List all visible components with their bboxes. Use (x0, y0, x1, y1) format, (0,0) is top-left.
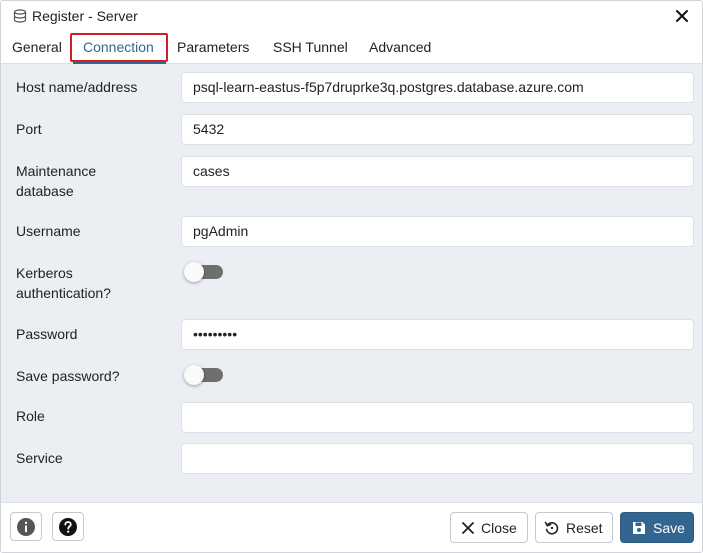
dialog-titlebar[interactable]: Register - Server (1, 1, 702, 32)
maintenance-db-label-line1: Maintenance (16, 163, 97, 179)
username-label: Username (16, 223, 81, 239)
password-input[interactable]: ••••••••• (181, 319, 694, 350)
reset-icon (544, 520, 560, 536)
close-icon[interactable] (672, 6, 692, 26)
service-label: Service (16, 450, 63, 466)
tab-general[interactable]: General (10, 32, 64, 63)
username-input[interactable]: pgAdmin (181, 216, 694, 247)
kerberos-toggle[interactable] (184, 262, 223, 282)
port-label: Port (16, 121, 42, 137)
connection-form: Host name/address psql-learn-eastus-f5p7… (1, 64, 702, 502)
info-button[interactable] (10, 512, 42, 541)
save-button-label: Save (653, 519, 685, 536)
close-icon (461, 521, 475, 535)
save-password-label: Save password? (16, 368, 120, 384)
password-label: Password (16, 326, 78, 342)
reset-button[interactable]: Reset (535, 512, 613, 543)
save-icon (631, 520, 647, 536)
save-password-toggle[interactable] (184, 365, 223, 385)
host-label: Host name/address (16, 79, 138, 95)
reset-button-label: Reset (566, 519, 603, 536)
close-button[interactable]: Close (450, 512, 528, 543)
tab-parameters[interactable]: Parameters (175, 32, 251, 63)
save-button[interactable]: Save (620, 512, 694, 543)
maintenance-db-label-line2: database (16, 183, 74, 199)
register-server-dialog: Register - Server General Connection Par… (0, 0, 703, 553)
close-button-label: Close (481, 519, 517, 536)
tab-advanced[interactable]: Advanced (367, 32, 433, 63)
tab-bar: General Connection Parameters SSH Tunnel… (1, 32, 702, 64)
kerberos-label-line2: authentication? (16, 285, 111, 301)
database-icon (13, 9, 27, 23)
help-button[interactable] (52, 512, 84, 541)
role-label: Role (16, 408, 45, 424)
info-icon (16, 517, 36, 537)
dialog-title: Register - Server (32, 8, 138, 24)
tab-highlight-box (70, 33, 168, 62)
port-input[interactable]: 5432 (181, 114, 694, 145)
role-input[interactable] (181, 402, 694, 433)
dialog-footer: Close Reset Save (1, 502, 702, 552)
host-input[interactable]: psql-learn-eastus-f5p7druprke3q.postgres… (181, 72, 694, 103)
toggle-knob (184, 262, 204, 282)
help-icon (58, 517, 78, 537)
maintenance-db-input[interactable]: cases (181, 156, 694, 187)
tab-ssh-tunnel[interactable]: SSH Tunnel (271, 32, 350, 63)
kerberos-label-line1: Kerberos (16, 265, 73, 281)
toggle-knob (184, 365, 204, 385)
service-input[interactable] (181, 443, 694, 474)
